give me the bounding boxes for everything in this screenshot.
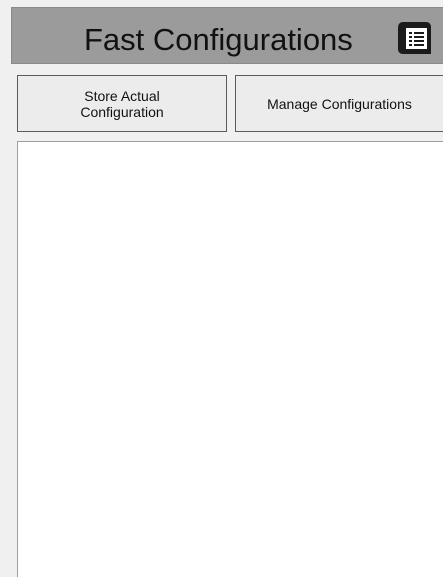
manage-configurations-button[interactable]: Manage Configurations [235,75,443,132]
manage-configurations-label: Manage Configurations [267,95,412,112]
header-bar: Fast Configurations [11,7,443,64]
configurations-list[interactable] [17,141,443,577]
configuration-list-icon[interactable] [395,20,435,56]
store-configuration-button[interactable]: Store Actual Configuration [17,75,227,132]
store-configuration-label: Store Actual Configuration [80,87,164,120]
page-title: Fast Configurations [84,22,353,57]
